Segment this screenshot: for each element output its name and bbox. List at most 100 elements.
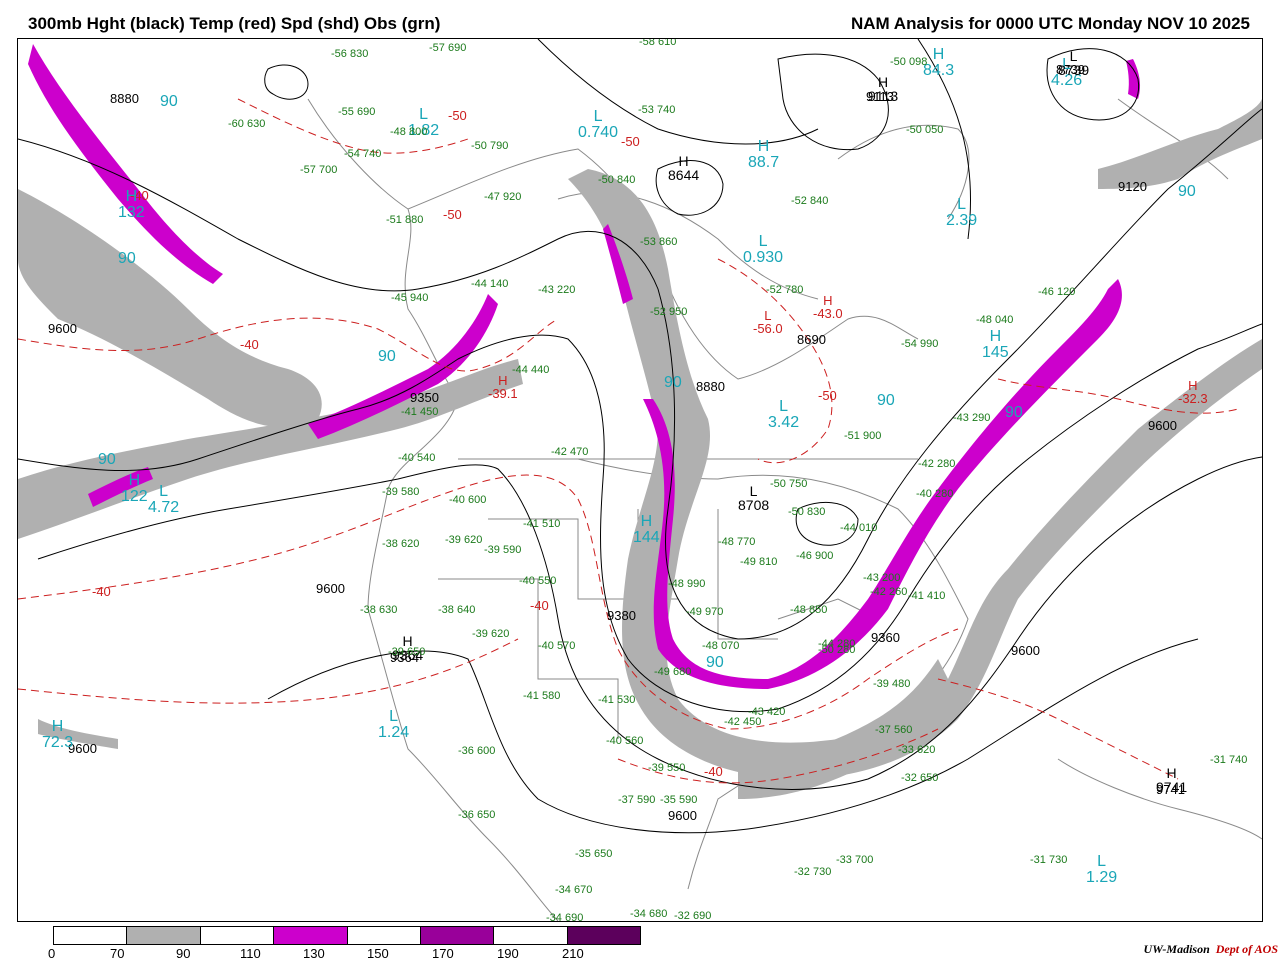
station-observation: -42 470 — [551, 446, 589, 458]
station-observation: -47 920 — [484, 191, 522, 203]
low-center-speed: L 1.24 — [378, 708, 410, 741]
height-label: 9380 — [607, 608, 636, 623]
map-borders — [307, 98, 1262, 921]
low-center-height: L 8708 — [738, 483, 770, 513]
station-observation: -48 070 — [702, 640, 740, 652]
temperature-label: -50 — [818, 388, 837, 403]
high-center-speed: H 88.7 — [748, 138, 780, 171]
station-observation: -44 440 — [512, 364, 550, 376]
station-observation: -37 560 — [875, 724, 913, 736]
high-center-temperature: H -32.3 — [1178, 378, 1208, 406]
station-observation: -51 880 — [386, 214, 424, 226]
temperature-label: -50 — [621, 134, 640, 149]
station-observation: -40 600 — [449, 494, 487, 506]
legend-swatch — [567, 927, 640, 944]
station-observation: -49 810 — [740, 556, 778, 568]
station-observation: -33 620 — [898, 744, 936, 756]
station-observation: -43 200 — [863, 572, 901, 584]
station-observation: -52 950 — [650, 306, 688, 318]
station-observation: -50 050 — [906, 124, 944, 136]
station-observation: -39 650 — [388, 646, 426, 658]
station-observation: -32 730 — [794, 866, 832, 878]
height-label: 9600 — [316, 581, 345, 596]
temperature-label: -50 — [448, 108, 467, 123]
station-observation: -46 120 — [1038, 286, 1076, 298]
station-observation: -48 990 — [668, 578, 706, 590]
height-label: 8690 — [797, 332, 826, 347]
station-observation: -53 860 — [640, 236, 678, 248]
height-label: 9600 — [668, 808, 697, 823]
station-observation: -44 010 — [840, 522, 878, 534]
station-observation: -56 830 — [331, 48, 369, 60]
station-observation: -40 540 — [398, 452, 436, 464]
station-observation: -35 650 — [575, 848, 613, 860]
legend-swatch — [274, 927, 348, 944]
speed-label: 90 — [877, 392, 895, 409]
height-label: 9600 — [1011, 643, 1040, 658]
height-label: 9600 — [1148, 418, 1177, 433]
station-observation: -58 610 — [639, 38, 677, 48]
station-observation: -38 630 — [360, 604, 398, 616]
station-observation: -52 840 — [791, 195, 829, 207]
speed-label: 90 — [98, 451, 116, 468]
station-observation: -33 700 — [836, 854, 874, 866]
station-observation: -39 620 — [445, 534, 483, 546]
legend-swatch — [494, 927, 568, 944]
station-observation: -55 690 — [338, 106, 376, 118]
station-observation: -40 570 — [538, 640, 576, 652]
height-label: 9600 — [48, 321, 77, 336]
station-observation: -50 790 — [471, 140, 509, 152]
station-observation: -40 550 — [519, 575, 557, 587]
station-observation: -41 450 — [401, 406, 439, 418]
high-center-speed: H 72.3 — [42, 718, 74, 751]
station-observation: -40 560 — [606, 735, 644, 747]
legend-tick: 190 — [497, 946, 519, 961]
temperature-label: -40 — [240, 337, 259, 352]
station-observation: -32 650 — [901, 772, 939, 784]
analysis-valid-time: NAM Analysis for 0000 UTC Monday NOV 10 … — [850, 14, 1250, 33]
station-observation: -46 900 — [796, 550, 834, 562]
legend-tick: 110 — [240, 946, 261, 961]
station-observation: -52 780 — [766, 284, 804, 296]
legend-swatch — [54, 927, 128, 944]
station-observation: -38 620 — [382, 538, 420, 550]
station-observation: -39 620 — [472, 628, 510, 640]
high-center-temperature: H -43.0 — [813, 293, 843, 321]
speed-label: 90 — [664, 374, 682, 391]
credit-line: UW-Madison Dept of AOS — [1144, 942, 1278, 957]
station-observation: -54 990 — [901, 338, 939, 350]
low-center-speed: L 0.930 — [743, 233, 784, 266]
legend-swatch — [420, 927, 495, 944]
speed-color-legend — [53, 926, 641, 945]
station-observation: -31 740 — [1210, 754, 1248, 766]
temperature-label: -40 — [530, 598, 549, 613]
legend-tick-labels: 0 70 90 110 130 150 170 190 210 — [48, 946, 648, 961]
station-observation: -38 640 — [438, 604, 476, 616]
high-center-height: H 8644 — [668, 153, 700, 183]
station-observation: -54 740 — [344, 148, 382, 160]
speed-label: 90 — [706, 654, 724, 671]
legend-tick: 70 — [110, 946, 125, 961]
station-observation: -48 770 — [718, 536, 756, 548]
credit-org: UW-Madison — [1143, 942, 1210, 956]
station-observation: -36 650 — [458, 809, 496, 821]
station-observation: -34 680 — [630, 908, 668, 920]
station-observation: -43 290 — [953, 412, 991, 424]
station-observation: -50 280 — [818, 644, 856, 656]
station-observation: -45 940 — [391, 292, 429, 304]
high-center-speed: H 145 — [982, 328, 1009, 361]
high-center-temperature: H -39.1 — [488, 373, 518, 401]
station-observation: -41 580 — [523, 690, 561, 702]
station-observation: -43 220 — [538, 284, 576, 296]
height-label: 8880 — [110, 91, 139, 106]
station-observation: -32 690 — [674, 910, 712, 922]
station-observation: -49 680 — [654, 666, 692, 678]
weather-map: 8880 9120 9600 9350 8880 8690 9360 9600 … — [17, 38, 1263, 922]
high-center-speed: H 132 — [118, 188, 145, 221]
speed-label: 90 — [118, 250, 136, 267]
legend-swatch — [127, 927, 201, 944]
station-observation: -48 800 — [390, 126, 428, 138]
low-center-speed: L 1.29 — [1086, 853, 1118, 886]
station-observation: -31 730 — [1030, 854, 1068, 866]
station-observation: -39 580 — [382, 486, 420, 498]
